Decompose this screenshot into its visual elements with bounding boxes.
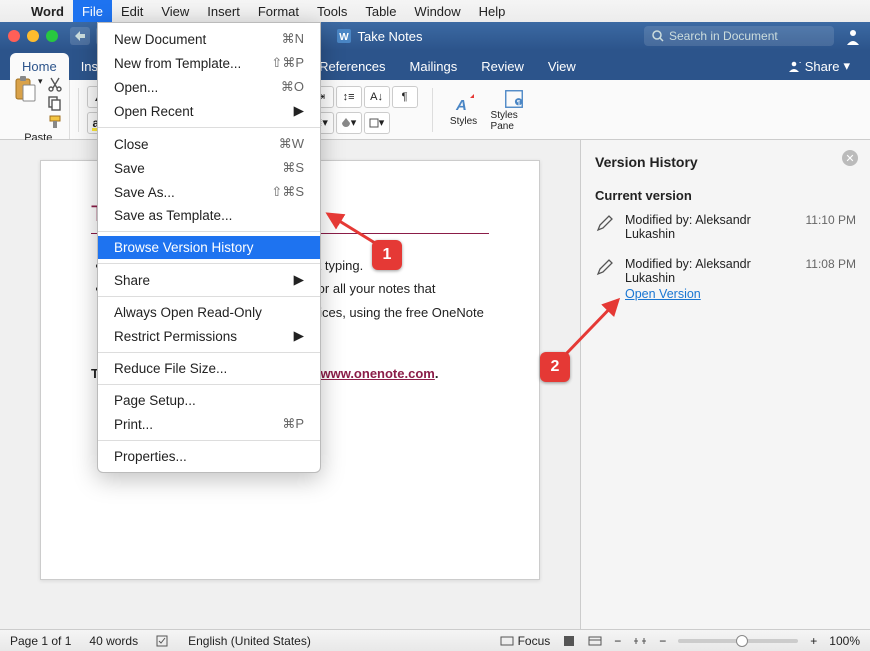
spellcheck-icon[interactable] xyxy=(156,634,170,648)
word-doc-icon: W xyxy=(337,29,351,43)
web-layout-view-icon[interactable] xyxy=(588,634,602,648)
close-window-button[interactable] xyxy=(8,30,20,42)
svg-text:+: + xyxy=(799,59,801,67)
zoom-level[interactable]: 100% xyxy=(829,634,860,648)
tab-view[interactable]: View xyxy=(536,53,588,80)
borders-button[interactable]: ▾ xyxy=(364,112,390,134)
table-menu[interactable]: Table xyxy=(356,0,405,22)
user-avatar-icon[interactable] xyxy=(844,27,862,45)
annotation-badge-2: 2 xyxy=(540,352,570,382)
tools-menu[interactable]: Tools xyxy=(308,0,356,22)
focus-icon xyxy=(500,636,514,646)
print-layout-view-icon[interactable] xyxy=(562,634,576,648)
word-count[interactable]: 40 words xyxy=(89,634,138,648)
show-marks-button[interactable]: ¶ xyxy=(392,86,418,108)
line-spacing-button[interactable]: ↕≡ xyxy=(336,86,362,108)
properties-item[interactable]: Properties... xyxy=(98,445,320,468)
current-version-heading: Current version xyxy=(595,188,856,203)
version-history-panel: ✕ Version History Current version Modifi… xyxy=(580,140,870,629)
paste-button[interactable] xyxy=(14,76,36,102)
save-item[interactable]: Save⌘S xyxy=(98,156,320,180)
new-from-template-item[interactable]: New from Template...⇧⌘P xyxy=(98,51,320,75)
shading-button[interactable]: ▾ xyxy=(336,112,362,134)
save-as-item[interactable]: Save As...⇧⌘S xyxy=(98,180,320,204)
language-indicator[interactable]: English (United States) xyxy=(188,634,311,648)
print-item[interactable]: Print...⌘P xyxy=(98,412,320,436)
traffic-lights xyxy=(8,30,58,42)
version-item[interactable]: Modified by: Aleksandr Lukashin 11:10 PM xyxy=(595,213,856,241)
edit-icon xyxy=(595,257,615,277)
insert-menu[interactable]: Insert xyxy=(198,0,249,22)
always-open-readonly-item[interactable]: Always Open Read-Only xyxy=(98,301,320,324)
sort-button[interactable]: A↓ xyxy=(364,86,390,108)
zoom-fit-icon[interactable] xyxy=(633,636,647,646)
styles-pane-button[interactable]: ¶Styles Pane xyxy=(491,88,537,132)
panel-title: Version History xyxy=(595,154,856,170)
open-version-link[interactable]: Open Version xyxy=(625,287,701,301)
new-document-item[interactable]: New Document⌘N xyxy=(98,27,320,51)
zoom-out-button-2[interactable]: − xyxy=(659,634,666,648)
help-menu[interactable]: Help xyxy=(470,0,515,22)
annotation-arrow-2 xyxy=(560,290,630,360)
version-time: 11:08 PM xyxy=(806,257,856,301)
tab-review[interactable]: Review xyxy=(469,53,536,80)
open-recent-item[interactable]: Open Recent▶ xyxy=(98,99,320,123)
save-as-template-item[interactable]: Save as Template... xyxy=(98,204,320,227)
tab-mailings[interactable]: Mailings xyxy=(398,53,470,80)
zoom-out-button[interactable]: − xyxy=(614,634,621,648)
restrict-permissions-item[interactable]: Restrict Permissions▶ xyxy=(98,324,320,348)
window-menu[interactable]: Window xyxy=(405,0,469,22)
share-button[interactable]: +Share ▾ xyxy=(779,52,858,80)
app-menu[interactable]: Word xyxy=(22,0,73,22)
search-in-document[interactable]: Search in Document xyxy=(644,26,834,46)
file-dropdown-menu: New Document⌘N New from Template...⇧⌘P O… xyxy=(97,22,321,473)
cut-icon[interactable] xyxy=(47,76,63,92)
back-button[interactable] xyxy=(70,27,90,45)
page-setup-item[interactable]: Page Setup... xyxy=(98,389,320,412)
minimize-window-button[interactable] xyxy=(27,30,39,42)
paste-group: ▾ Paste xyxy=(8,80,70,139)
onenote-link[interactable]: www.onenote.com xyxy=(320,366,434,381)
focus-mode-button[interactable]: Focus xyxy=(500,634,551,648)
search-icon xyxy=(652,30,664,42)
annotation-arrow-1 xyxy=(320,208,380,248)
copy-icon[interactable] xyxy=(47,95,63,111)
close-panel-button[interactable]: ✕ xyxy=(842,150,858,166)
svg-text:¶: ¶ xyxy=(516,99,520,106)
close-item[interactable]: Close⌘W xyxy=(98,132,320,156)
styles-gallery-button[interactable]: AStyles xyxy=(441,88,487,132)
reduce-file-size-item[interactable]: Reduce File Size... xyxy=(98,357,320,380)
zoom-slider[interactable] xyxy=(678,639,798,643)
zoom-thumb[interactable] xyxy=(736,635,748,647)
share-item[interactable]: Share▶ xyxy=(98,268,320,292)
edit-menu[interactable]: Edit xyxy=(112,0,152,22)
edit-icon xyxy=(595,213,615,233)
zoom-in-button[interactable]: + xyxy=(810,634,817,648)
browse-version-history-item[interactable]: Browse Version History xyxy=(98,236,320,259)
view-menu[interactable]: View xyxy=(152,0,198,22)
svg-text:A: A xyxy=(455,97,467,114)
version-time: 11:10 PM xyxy=(806,213,856,241)
status-bar: Page 1 of 1 40 words English (United Sta… xyxy=(0,629,870,651)
annotation-badge-1: 1 xyxy=(372,240,402,270)
svg-text:W: W xyxy=(340,32,350,43)
share-icon: + xyxy=(787,59,801,73)
fullscreen-window-button[interactable] xyxy=(46,30,58,42)
page-indicator[interactable]: Page 1 of 1 xyxy=(10,634,71,648)
format-menu[interactable]: Format xyxy=(249,0,308,22)
open-item[interactable]: Open...⌘O xyxy=(98,75,320,99)
format-painter-icon[interactable] xyxy=(47,114,63,130)
file-menu[interactable]: File xyxy=(73,0,112,22)
version-item[interactable]: Modified by: Aleksandr Lukashin Open Ver… xyxy=(595,257,856,301)
mac-menubar: Word File Edit View Insert Format Tools … xyxy=(0,0,870,22)
